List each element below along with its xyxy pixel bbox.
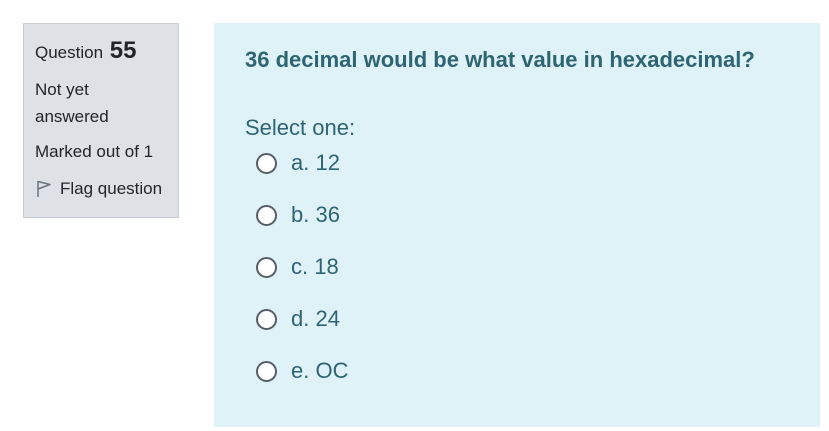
answer-label-c: c. 18 [291, 254, 339, 279]
radio-e[interactable] [256, 360, 277, 382]
flag-question-label: Flag question [60, 179, 163, 198]
answer-label-b: b. 36 [291, 202, 340, 227]
answer-option-d[interactable]: d. 24 [256, 293, 820, 345]
answer-option-b[interactable]: b. 36 [256, 189, 820, 241]
question-number-row: Question 55 [35, 36, 167, 68]
answer-label-d: d. 24 [291, 306, 340, 331]
question-text: 36 decimal would be what value in hexade… [245, 47, 755, 72]
answer-label-e: e. OC [291, 358, 349, 383]
answer-option-c[interactable]: c. 18 [256, 241, 820, 293]
question-grade: Marked out of 1 [35, 142, 154, 161]
question-state: Not yet answered [35, 80, 109, 126]
answer-option-e[interactable]: e. OC [256, 345, 820, 397]
question-info-panel: Question 55 Not yet answered Marked out … [23, 23, 179, 218]
radio-d[interactable] [256, 308, 277, 330]
answer-options: a. 12 b. 36 c. 18 d. 24 e. OC [256, 137, 820, 397]
question-content: 36 decimal would be what value in hexade… [214, 23, 820, 427]
question-label: Question [35, 43, 104, 62]
radio-b[interactable] [256, 204, 277, 226]
answer-label-a: a. 12 [291, 150, 340, 175]
radio-c[interactable] [256, 256, 277, 278]
flag-icon [36, 180, 52, 198]
flag-question-button[interactable]: Flag question [35, 178, 167, 200]
question-number: 55 [109, 37, 137, 64]
radio-a[interactable] [256, 152, 277, 174]
answer-option-a[interactable]: a. 12 [256, 137, 820, 189]
